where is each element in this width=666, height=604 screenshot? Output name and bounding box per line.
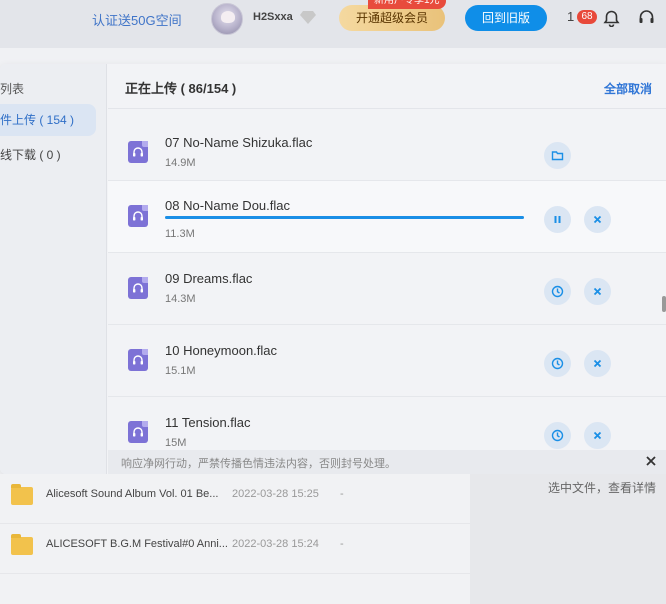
waiting-button[interactable]	[544, 278, 571, 305]
clock-icon	[551, 429, 564, 442]
file-size: 15M	[165, 437, 187, 449]
close-icon	[593, 287, 602, 296]
cancel-upload-button[interactable]	[584, 206, 611, 233]
verify-promo-link[interactable]: 认证送50G空间	[92, 10, 182, 29]
pause-button[interactable]	[544, 206, 571, 233]
audio-file-icon	[128, 421, 148, 443]
upload-list[interactable]: 07 No-Name Shizuka.flac 14.9M 08 No-Name…	[108, 109, 666, 452]
upload-progress-bar	[165, 216, 524, 219]
bell-icon[interactable]	[603, 10, 620, 27]
cancel-upload-button[interactable]	[584, 422, 611, 449]
file-size: 14.9M	[165, 157, 196, 169]
folder-icon	[11, 484, 33, 505]
top-bar: 认证送50G空间 H2Sxxa 开通超级会员 新用户专享1元 回到旧版 1 68	[0, 0, 666, 48]
panel-header: 正在上传 ( 86/154 ) 全部取消	[108, 64, 666, 109]
audio-file-icon	[128, 277, 148, 299]
truncated-counter: 1	[567, 9, 575, 24]
modified-date: 2022-03-28 15:24	[232, 538, 319, 550]
upload-progress-fill	[165, 216, 524, 219]
old-version-button[interactable]: 回到旧版	[465, 5, 547, 31]
transfer-sidebar: 列表 件上传 ( 154 ) 线下载 ( 0 )	[0, 64, 107, 474]
clock-icon	[551, 285, 564, 298]
avatar[interactable]	[211, 3, 243, 35]
username[interactable]: H2Sxxa	[253, 11, 293, 23]
folder-name[interactable]: ALICESOFT B.G.M Festival#0 Anni...	[46, 538, 230, 550]
close-icon[interactable]	[644, 454, 658, 468]
close-icon	[593, 215, 602, 224]
file-size: -	[340, 538, 344, 550]
file-name: 09 Dreams.flac	[165, 271, 253, 286]
folder-icon	[551, 151, 564, 161]
file-size: -	[340, 488, 344, 500]
file-size: 14.3M	[165, 293, 196, 305]
file-size: 15.1M	[165, 365, 196, 377]
close-icon	[593, 359, 602, 368]
scrollbar-thumb[interactable]	[662, 296, 666, 312]
transfer-panel: 列表 件上传 ( 154 ) 线下载 ( 0 ) 正在上传 ( 86/154 )…	[0, 64, 666, 474]
panel-title: 正在上传 ( 86/154 )	[125, 81, 237, 96]
table-row[interactable]: Alicesoft Sound Album Vol. 01 Be... 2022…	[0, 474, 470, 524]
file-name: 07 No-Name Shizuka.flac	[165, 135, 313, 150]
vip-badge: 新用户专享1元	[368, 0, 446, 9]
notification-count: 68	[577, 10, 597, 24]
audio-file-icon	[128, 205, 148, 227]
diamond-icon	[300, 11, 316, 24]
cancel-upload-button[interactable]	[584, 278, 611, 305]
file-list: Alicesoft Sound Album Vol. 01 Be... 2022…	[0, 474, 470, 604]
waiting-button[interactable]	[544, 422, 571, 449]
notice-text: 响应净网行动，严禁传播色情违法内容，否则封号处理。	[121, 458, 396, 470]
sidebar-heading: 列表	[0, 82, 25, 96]
waiting-button[interactable]	[544, 350, 571, 377]
list-item[interactable]: 09 Dreams.flac 14.3M	[108, 253, 666, 325]
list-item[interactable]: 08 No-Name Dou.flac 11.3M	[108, 181, 666, 253]
folder-name[interactable]: Alicesoft Sound Album Vol. 01 Be...	[46, 488, 230, 500]
file-name: 08 No-Name Dou.flac	[165, 198, 290, 213]
list-item[interactable]: 07 No-Name Shizuka.flac 14.9M	[108, 109, 666, 181]
audio-file-icon	[128, 141, 148, 163]
cancel-upload-button[interactable]	[584, 350, 611, 377]
cancel-all-button[interactable]: 全部取消	[604, 80, 652, 97]
clock-icon	[551, 357, 564, 370]
list-item[interactable]: 11 Tension.flac 15M	[108, 397, 666, 452]
detail-hint: 选中文件，查看详情	[548, 481, 657, 495]
pause-icon	[554, 216, 561, 223]
detail-pane: 选中文件，查看详情	[470, 474, 666, 604]
file-name: 11 Tension.flac	[165, 415, 251, 430]
close-icon	[593, 431, 602, 440]
headset-icon[interactable]	[638, 9, 655, 26]
folder-icon	[11, 534, 33, 555]
sidebar-item-upload[interactable]: 件上传 ( 154 )	[0, 104, 96, 136]
audio-file-icon	[128, 349, 148, 371]
table-row[interactable]: ALICESOFT B.G.M Festival#0 Anni... 2022-…	[0, 524, 470, 574]
list-item[interactable]: 10 Honeymoon.flac 15.1M	[108, 325, 666, 397]
file-name: 10 Honeymoon.flac	[165, 343, 278, 358]
file-size: 11.3M	[165, 228, 195, 240]
modified-date: 2022-03-28 15:25	[232, 488, 319, 500]
content-notice-bar: 响应净网行动，严禁传播色情违法内容，否则封号处理。	[108, 450, 666, 474]
open-folder-button[interactable]	[544, 142, 571, 169]
sidebar-item-offline-download[interactable]: 线下载 ( 0 )	[0, 139, 96, 171]
